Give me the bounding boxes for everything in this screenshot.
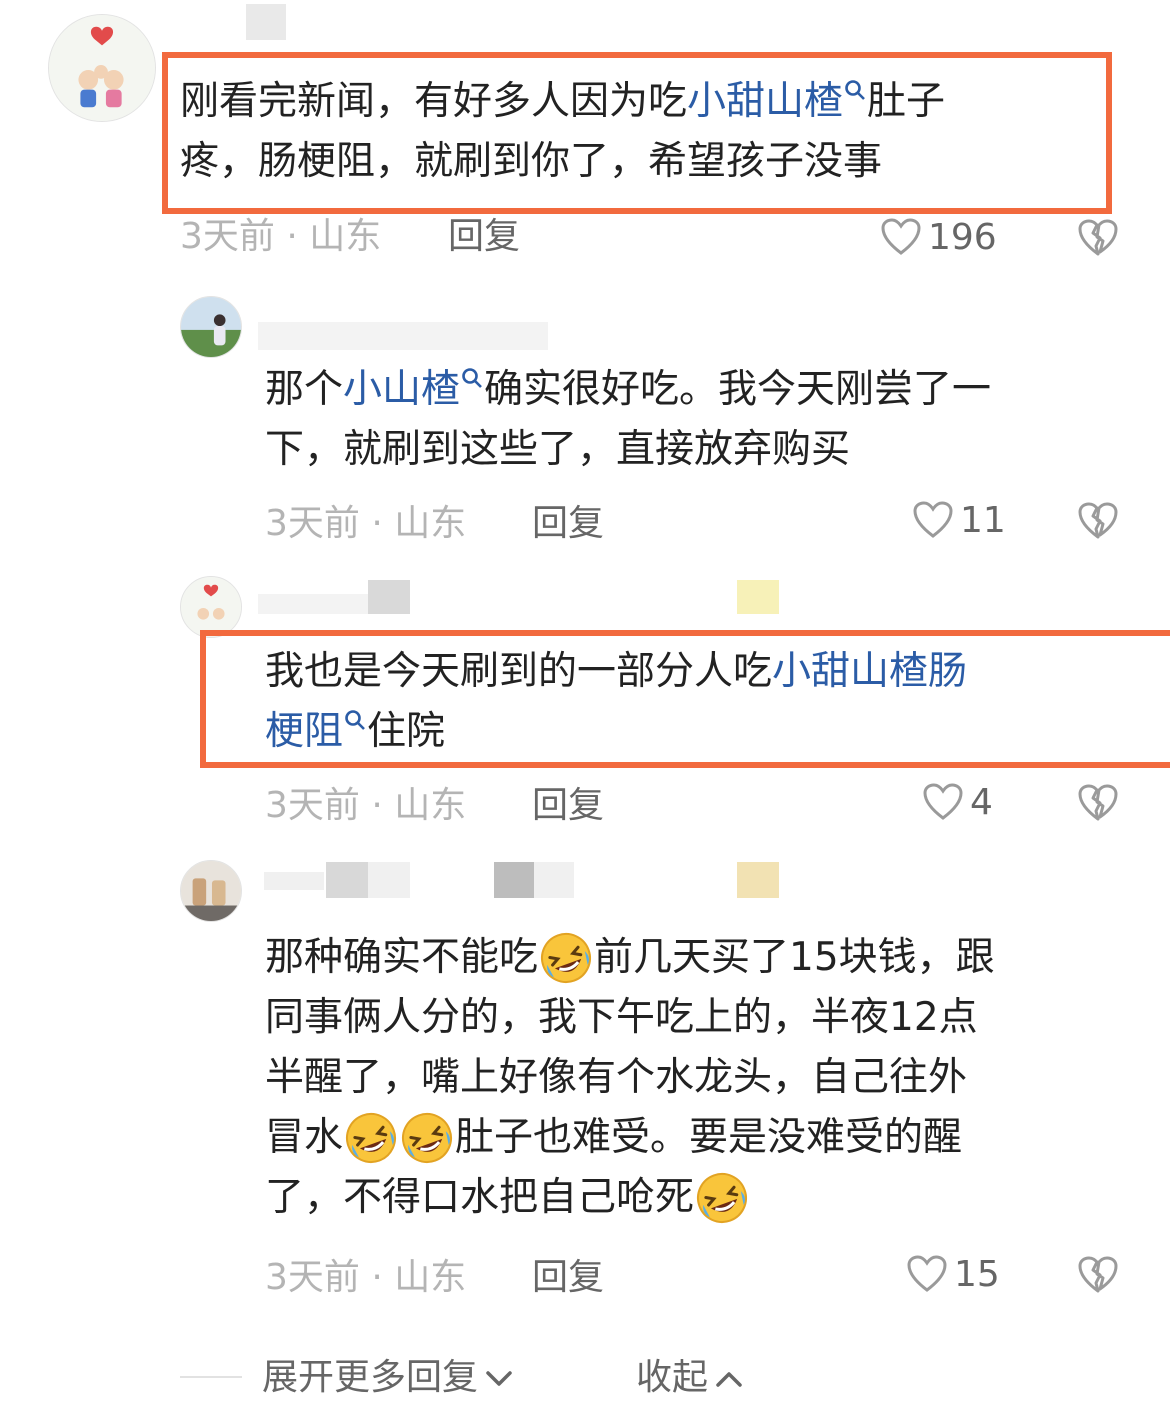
comment-text: 同事俩人分的，我下午吃上的，半夜12点 — [265, 995, 978, 1040]
reply-button[interactable]: 回复 — [448, 215, 520, 259]
comment-text: 冒水 肚子也难受。要是没难受的醒 — [265, 1108, 962, 1168]
divider — [180, 1376, 242, 1378]
username-placeholder — [326, 862, 368, 898]
avatar[interactable] — [180, 860, 242, 922]
heart-icon — [923, 783, 963, 820]
comment-text: 疼，肠梗阻，就刷到你了，希望孩子没事 — [180, 139, 883, 184]
like-count: 196 — [928, 216, 997, 258]
comment-text: 半醒了，嘴上好像有个水龙头，自己往外 — [265, 1055, 968, 1100]
reply-button[interactable]: 回复 — [532, 1256, 604, 1300]
comment-text: 下，就刷到这些了，直接放弃购买 — [265, 427, 851, 472]
reply-button[interactable]: 回复 — [532, 784, 604, 828]
username-placeholder — [246, 4, 286, 40]
expand-replies-button[interactable]: 展开更多回复 — [262, 1356, 514, 1400]
username-placeholder — [534, 862, 574, 898]
comment-meta: 3天前 · 山东 — [265, 503, 467, 544]
search-icon — [462, 368, 482, 388]
broken-heart-icon[interactable] — [1077, 782, 1119, 824]
like-button[interactable]: 196 — [880, 215, 997, 259]
like-button[interactable]: 4 — [922, 780, 993, 824]
comment-text: 那个小山楂 确实很好吃。我今天刚尝了一 — [265, 367, 992, 412]
comment-meta: 3天前 · 山东 — [265, 785, 467, 826]
username-placeholder — [258, 594, 368, 614]
username-placeholder — [737, 862, 779, 898]
search-icon — [345, 710, 365, 730]
broken-heart-icon[interactable] — [1077, 1254, 1119, 1296]
chevron-up-icon — [716, 1372, 742, 1387]
comment-meta: 3天前 · 山东 — [265, 1257, 467, 1298]
broken-heart-icon[interactable] — [1077, 217, 1119, 259]
heart-icon — [907, 1255, 947, 1292]
search-link[interactable]: 小山楂 — [343, 367, 460, 412]
rolling-laughing-emoji — [541, 933, 592, 983]
search-icon — [845, 80, 865, 100]
like-count: 11 — [960, 499, 1006, 541]
avatar[interactable] — [48, 14, 156, 122]
comment-text: 那种确实不能吃 前几天买了15块钱，跟 — [265, 928, 995, 988]
search-link[interactable]: 梗阻 — [265, 709, 343, 754]
comment-text: 我也是今天刷到的一部分人吃小甜山楂肠 — [265, 649, 968, 694]
rolling-laughing-emoji — [402, 1113, 453, 1163]
reply-button[interactable]: 回复 — [532, 502, 604, 546]
username-placeholder — [737, 580, 779, 614]
chevron-down-icon — [486, 1371, 512, 1386]
comment-meta: 3天前 · 山东 — [180, 216, 382, 257]
comment-text: 梗阻 住院 — [265, 709, 446, 754]
search-link[interactable]: 小甜山楂肠 — [772, 649, 967, 694]
avatar[interactable] — [180, 296, 242, 358]
username-placeholder — [494, 862, 534, 898]
comment-text: 了，不得口水把自己呛死 — [265, 1168, 750, 1228]
username-placeholder — [258, 322, 548, 350]
comment-text: 刚看完新闻，有好多人因为吃小甜山楂 肚子 — [180, 79, 946, 124]
rolling-laughing-emoji — [697, 1173, 748, 1223]
username-placeholder — [368, 862, 410, 898]
username-placeholder — [368, 580, 410, 614]
like-count: 15 — [954, 1253, 1000, 1295]
heart-icon — [913, 501, 953, 538]
heart-icon — [881, 218, 921, 255]
like-button[interactable]: 11 — [912, 498, 1006, 542]
search-link[interactable]: 小甜山楂 — [687, 79, 843, 124]
rolling-laughing-emoji — [346, 1113, 397, 1163]
like-button[interactable]: 15 — [906, 1252, 1000, 1296]
like-count: 4 — [970, 781, 993, 823]
collapse-replies-button[interactable]: 收起 — [636, 1356, 744, 1400]
avatar[interactable] — [180, 576, 242, 638]
broken-heart-icon[interactable] — [1077, 500, 1119, 542]
username-placeholder — [264, 872, 324, 890]
